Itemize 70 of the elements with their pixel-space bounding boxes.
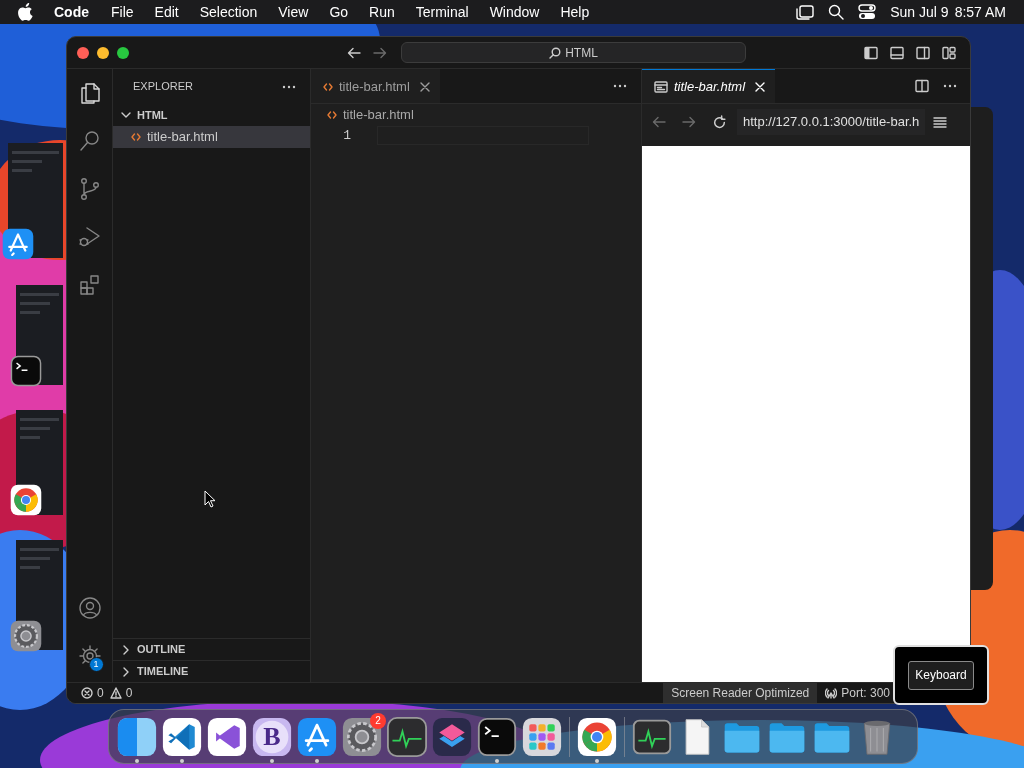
forward-arrow-icon[interactable]: [682, 115, 696, 129]
panel-title: EXPLORER: [133, 79, 193, 95]
error-icon[interactable]: [81, 687, 93, 699]
date-text[interactable]: Sun Jul 9: [890, 1, 949, 23]
warning-icon[interactable]: [109, 687, 122, 699]
keyboard-button[interactable]: Keyboard: [908, 660, 974, 690]
time-text[interactable]: 8:57 AM: [954, 1, 1006, 23]
browser-icon: [654, 79, 668, 94]
search-icon[interactable]: [828, 4, 845, 20]
menu-item[interactable]: Selection: [199, 1, 258, 23]
menu-item[interactable]: Help: [560, 1, 590, 23]
loop-app-icon[interactable]: [207, 716, 247, 757]
two-tone-app-icon[interactable]: [117, 716, 157, 757]
menu-item[interactable]: Go: [329, 1, 349, 23]
reload-icon[interactable]: [712, 114, 727, 130]
back-arrow-icon[interactable]: [347, 45, 361, 60]
apple-icon[interactable]: [18, 3, 34, 21]
forward-arrow-icon: [373, 45, 387, 60]
menu-item[interactable]: Window: [489, 1, 540, 23]
extensions-icon[interactable]: [77, 273, 102, 297]
app-menu[interactable]: Code: [54, 1, 89, 23]
secondary-sidebar-icon[interactable]: [916, 45, 930, 60]
error-count[interactable]: 0: [97, 684, 104, 702]
pointer-icon: [204, 490, 216, 508]
breadcrumb[interactable]: title-bar.html: [311, 104, 641, 126]
folder-row[interactable]: HTML: [113, 104, 310, 126]
code-file-icon: [131, 132, 141, 142]
letter-app-icon[interactable]: B: [252, 716, 292, 757]
layers-app-icon[interactable]: [432, 716, 472, 757]
split-editor-icon[interactable]: [915, 79, 929, 93]
port-status[interactable]: Port: 300: [817, 683, 890, 703]
code-file-icon: [323, 81, 333, 92]
panel-toggle-icon[interactable]: [890, 45, 904, 60]
zoom-button[interactable]: [117, 46, 129, 59]
menu-item[interactable]: File: [111, 1, 134, 23]
account-icon[interactable]: [77, 596, 102, 620]
url-field[interactable]: http://127.0.0.1:3000/title-bar.h: [737, 109, 926, 135]
waveform-app-icon[interactable]: [387, 716, 427, 757]
line-number: 1: [342, 126, 351, 145]
ring-app-icon[interactable]: [577, 716, 617, 757]
sidebar-toggle-icon[interactable]: [864, 45, 878, 60]
status-item[interactable]: Screen Reader Optimized: [663, 683, 818, 703]
triangle-lines-icon[interactable]: [297, 716, 337, 757]
toggles-icon[interactable]: [858, 4, 877, 20]
menu-item[interactable]: Terminal: [415, 1, 469, 23]
section-header[interactable]: OUTLINE: [113, 638, 310, 660]
menu-item[interactable]: View: [278, 1, 309, 23]
menu-item[interactable]: Run: [369, 1, 395, 23]
close-icon[interactable]: [419, 81, 430, 92]
grid-app-icon[interactable]: [522, 716, 562, 757]
play-bug-icon[interactable]: [77, 225, 102, 249]
chevron-app-icon[interactable]: [162, 716, 202, 757]
close-button[interactable]: [77, 46, 89, 59]
warning-count[interactable]: 0: [125, 684, 133, 702]
terminal-icon[interactable]: [477, 716, 517, 757]
minimize-button[interactable]: [97, 46, 109, 59]
antenna-icon: [825, 687, 838, 699]
file-row[interactable]: title-bar.html: [113, 126, 310, 148]
search-icon: [549, 46, 562, 59]
notification-badge: 2: [370, 712, 386, 729]
windows-icon[interactable]: [796, 4, 815, 20]
layout-icon[interactable]: [942, 45, 956, 60]
editor-tab[interactable]: title-bar.html: [642, 69, 776, 103]
code-file-icon: [327, 110, 337, 120]
terminal-icon[interactable]: [10, 355, 42, 387]
command-center[interactable]: HTML: [401, 42, 746, 63]
notification-badge: 1: [88, 657, 104, 672]
editor-tab[interactable]: title-bar.html: [311, 69, 440, 103]
menu-item[interactable]: Edit: [154, 1, 179, 23]
menu-icon[interactable]: [933, 115, 948, 129]
